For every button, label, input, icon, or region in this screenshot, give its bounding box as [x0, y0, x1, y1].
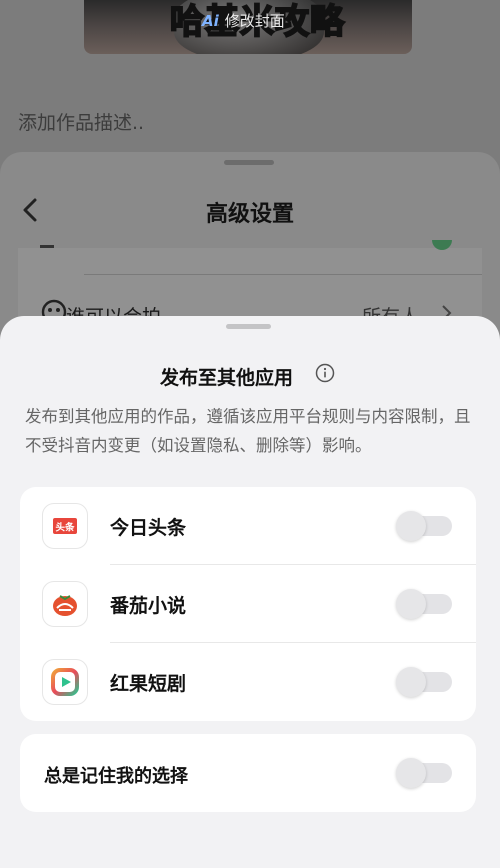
- app-row-toutiao: 头条 今日头条: [20, 487, 476, 565]
- sheet-drag-handle[interactable]: [226, 324, 271, 329]
- toggle-knob: [396, 511, 426, 541]
- hongguo-toggle[interactable]: [396, 667, 454, 697]
- advanced-settings-title: 高级设置: [205, 202, 294, 227]
- toutiao-icon-text: 头条: [55, 522, 75, 534]
- app-name: 番茄小说: [110, 595, 187, 617]
- hongguo-drama-icon: [42, 659, 88, 705]
- row-icon-fragment: [40, 245, 54, 248]
- edit-cover-label: 修改封面: [224, 12, 285, 30]
- video-cover[interactable]: 哈基米攻略 Ai 修改封面: [84, 0, 412, 54]
- remember-choice-card: 总是记住我的选择: [20, 734, 476, 812]
- description-input[interactable]: 添加作品描述..: [18, 108, 144, 135]
- toggle-knob: [396, 589, 426, 619]
- toggle-knob: [396, 758, 426, 788]
- app-name: 红果短剧: [110, 673, 187, 695]
- fanqie-novel-icon: [42, 581, 88, 627]
- app-name: 今日头条: [110, 517, 187, 539]
- sheet-title: 发布至其他应用: [160, 367, 294, 389]
- publish-to-other-apps-sheet: 发布至其他应用 发布到其他应用的作品，遵循该应用平台规则与内容限制，且不受抖音内…: [0, 316, 500, 868]
- remember-choice-toggle[interactable]: [396, 758, 454, 788]
- info-icon[interactable]: [315, 363, 335, 383]
- toutiao-icon: 头条: [42, 503, 88, 549]
- apps-card: 头条 今日头条 番茄小说 红果短剧: [20, 487, 476, 721]
- toutiao-toggle[interactable]: [396, 511, 454, 541]
- sheet-description: 发布到其他应用的作品，遵循该应用平台规则与内容限制，且不受抖音内变更（如设置隐私…: [25, 407, 471, 455]
- ai-badge: Ai: [202, 11, 219, 30]
- sheet-drag-handle[interactable]: [224, 160, 274, 165]
- toggle-knob: [396, 667, 426, 697]
- app-row-fanqie: 番茄小说: [20, 565, 476, 643]
- app-row-hongguo: 红果短剧: [20, 643, 476, 721]
- divider: [84, 274, 482, 275]
- remember-choice-label: 总是记住我的选择: [44, 766, 188, 787]
- fanqie-toggle[interactable]: [396, 589, 454, 619]
- edit-cover-button[interactable]: Ai 修改封面: [202, 10, 285, 31]
